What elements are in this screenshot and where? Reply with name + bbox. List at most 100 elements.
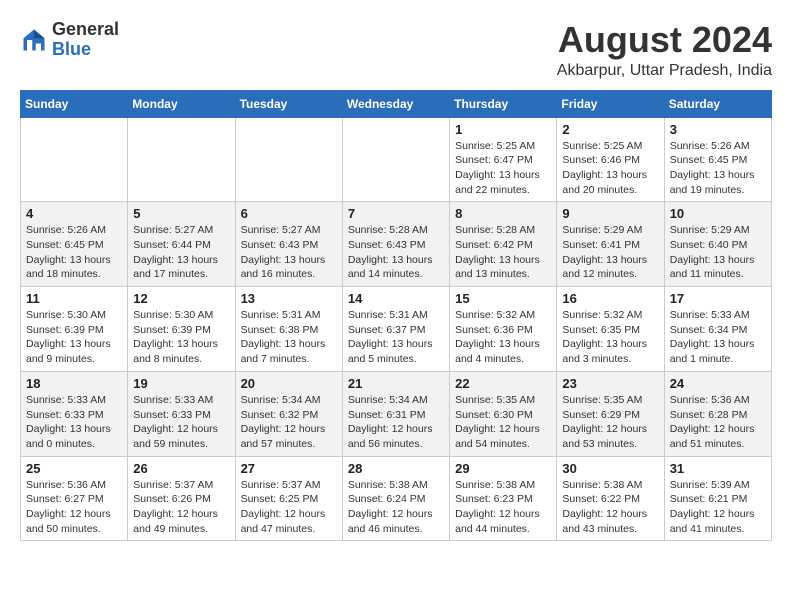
day-info: Sunrise: 5:31 AM Sunset: 6:37 PM Dayligh…	[348, 308, 444, 367]
day-info: Sunrise: 5:35 AM Sunset: 6:30 PM Dayligh…	[455, 393, 551, 452]
day-number: 22	[455, 376, 551, 391]
month-title: August 2024	[557, 20, 772, 60]
calendar-cell: 20 Sunrise: 5:34 AM Sunset: 6:32 PM Dayli…	[235, 371, 342, 456]
day-info: Sunrise: 5:29 AM Sunset: 6:41 PM Dayligh…	[562, 223, 658, 282]
calendar-cell: 14 Sunrise: 5:31 AM Sunset: 6:37 PM Dayli…	[342, 287, 449, 372]
calendar-cell: 12 Sunrise: 5:30 AM Sunset: 6:39 PM Dayli…	[128, 287, 235, 372]
calendar-cell: 15 Sunrise: 5:32 AM Sunset: 6:36 PM Dayli…	[450, 287, 557, 372]
day-number: 25	[26, 461, 122, 476]
day-info: Sunrise: 5:34 AM Sunset: 6:32 PM Dayligh…	[241, 393, 337, 452]
day-number: 3	[670, 122, 766, 137]
day-number: 5	[133, 206, 229, 221]
calendar-cell: 18 Sunrise: 5:33 AM Sunset: 6:33 PM Dayli…	[21, 371, 128, 456]
calendar-cell: 7Sunrise: 5:28 AM Sunset: 6:43 PM Daylig…	[342, 202, 449, 287]
day-info: Sunrise: 5:34 AM Sunset: 6:31 PM Dayligh…	[348, 393, 444, 452]
day-number: 8	[455, 206, 551, 221]
calendar-cell: 16 Sunrise: 5:32 AM Sunset: 6:35 PM Dayli…	[557, 287, 664, 372]
weekday-header-thursday: Thursday	[450, 90, 557, 117]
day-info: Sunrise: 5:37 AM Sunset: 6:26 PM Dayligh…	[133, 478, 229, 537]
day-number: 2	[562, 122, 658, 137]
day-number: 1	[455, 122, 551, 137]
day-info: Sunrise: 5:26 AM Sunset: 6:45 PM Dayligh…	[670, 139, 766, 198]
calendar-week-row: 1 Sunrise: 5:25 AM Sunset: 6:47 PM Daylig…	[21, 117, 772, 202]
day-info: Sunrise: 5:27 AM Sunset: 6:43 PM Dayligh…	[241, 223, 337, 282]
day-number: 20	[241, 376, 337, 391]
day-number: 28	[348, 461, 444, 476]
weekday-header-friday: Friday	[557, 90, 664, 117]
day-number: 7	[348, 206, 444, 221]
day-info: Sunrise: 5:38 AM Sunset: 6:22 PM Dayligh…	[562, 478, 658, 537]
calendar-cell: 17 Sunrise: 5:33 AM Sunset: 6:34 PM Dayli…	[664, 287, 771, 372]
day-number: 12	[133, 291, 229, 306]
day-number: 24	[670, 376, 766, 391]
calendar-week-row: 11 Sunrise: 5:30 AM Sunset: 6:39 PM Dayli…	[21, 287, 772, 372]
day-number: 27	[241, 461, 337, 476]
calendar-cell: 31 Sunrise: 5:39 AM Sunset: 6:21 PM Dayli…	[664, 456, 771, 541]
day-info: Sunrise: 5:37 AM Sunset: 6:25 PM Dayligh…	[241, 478, 337, 537]
weekday-header-monday: Monday	[128, 90, 235, 117]
day-info: Sunrise: 5:39 AM Sunset: 6:21 PM Dayligh…	[670, 478, 766, 537]
calendar-cell: 24Sunrise: 5:36 AM Sunset: 6:28 PM Dayli…	[664, 371, 771, 456]
calendar-week-row: 25 Sunrise: 5:36 AM Sunset: 6:27 PM Dayli…	[21, 456, 772, 541]
day-number: 17	[670, 291, 766, 306]
day-number: 26	[133, 461, 229, 476]
logo: General Blue	[20, 20, 119, 60]
day-info: Sunrise: 5:35 AM Sunset: 6:29 PM Dayligh…	[562, 393, 658, 452]
day-info: Sunrise: 5:31 AM Sunset: 6:38 PM Dayligh…	[241, 308, 337, 367]
day-info: Sunrise: 5:38 AM Sunset: 6:23 PM Dayligh…	[455, 478, 551, 537]
calendar-cell: 28Sunrise: 5:38 AM Sunset: 6:24 PM Dayli…	[342, 456, 449, 541]
day-number: 9	[562, 206, 658, 221]
day-number: 16	[562, 291, 658, 306]
calendar-cell: 22 Sunrise: 5:35 AM Sunset: 6:30 PM Dayli…	[450, 371, 557, 456]
day-info: Sunrise: 5:25 AM Sunset: 6:47 PM Dayligh…	[455, 139, 551, 198]
calendar-cell: 5Sunrise: 5:27 AM Sunset: 6:44 PM Daylig…	[128, 202, 235, 287]
calendar-cell: 13 Sunrise: 5:31 AM Sunset: 6:38 PM Dayli…	[235, 287, 342, 372]
day-number: 13	[241, 291, 337, 306]
calendar-cell	[235, 117, 342, 202]
calendar-cell: 8 Sunrise: 5:28 AM Sunset: 6:42 PM Daylig…	[450, 202, 557, 287]
day-number: 31	[670, 461, 766, 476]
day-number: 4	[26, 206, 122, 221]
calendar-cell: 30 Sunrise: 5:38 AM Sunset: 6:22 PM Dayli…	[557, 456, 664, 541]
day-number: 6	[241, 206, 337, 221]
calendar-cell: 21 Sunrise: 5:34 AM Sunset: 6:31 PM Dayli…	[342, 371, 449, 456]
calendar-week-row: 18 Sunrise: 5:33 AM Sunset: 6:33 PM Dayli…	[21, 371, 772, 456]
location-title: Akbarpur, Uttar Pradesh, India	[557, 62, 772, 80]
day-number: 23	[562, 376, 658, 391]
day-info: Sunrise: 5:29 AM Sunset: 6:40 PM Dayligh…	[670, 223, 766, 282]
day-info: Sunrise: 5:32 AM Sunset: 6:35 PM Dayligh…	[562, 308, 658, 367]
calendar-cell	[21, 117, 128, 202]
day-info: Sunrise: 5:33 AM Sunset: 6:33 PM Dayligh…	[133, 393, 229, 452]
day-info: Sunrise: 5:33 AM Sunset: 6:34 PM Dayligh…	[670, 308, 766, 367]
day-info: Sunrise: 5:28 AM Sunset: 6:42 PM Dayligh…	[455, 223, 551, 282]
day-info: Sunrise: 5:30 AM Sunset: 6:39 PM Dayligh…	[133, 308, 229, 367]
calendar-cell: 2 Sunrise: 5:25 AM Sunset: 6:46 PM Daylig…	[557, 117, 664, 202]
day-info: Sunrise: 5:32 AM Sunset: 6:36 PM Dayligh…	[455, 308, 551, 367]
calendar-cell: 4Sunrise: 5:26 AM Sunset: 6:45 PM Daylig…	[21, 202, 128, 287]
calendar-cell: 23 Sunrise: 5:35 AM Sunset: 6:29 PM Dayli…	[557, 371, 664, 456]
calendar-table: SundayMondayTuesdayWednesdayThursdayFrid…	[20, 90, 772, 542]
logo-blue-text: Blue	[52, 39, 91, 59]
calendar-cell: 19Sunrise: 5:33 AM Sunset: 6:33 PM Dayli…	[128, 371, 235, 456]
day-number: 21	[348, 376, 444, 391]
weekday-header-wednesday: Wednesday	[342, 90, 449, 117]
calendar-cell: 29Sunrise: 5:38 AM Sunset: 6:23 PM Dayli…	[450, 456, 557, 541]
weekday-header-sunday: Sunday	[21, 90, 128, 117]
day-info: Sunrise: 5:25 AM Sunset: 6:46 PM Dayligh…	[562, 139, 658, 198]
calendar-cell	[342, 117, 449, 202]
weekday-header-tuesday: Tuesday	[235, 90, 342, 117]
day-info: Sunrise: 5:33 AM Sunset: 6:33 PM Dayligh…	[26, 393, 122, 452]
calendar-week-row: 4Sunrise: 5:26 AM Sunset: 6:45 PM Daylig…	[21, 202, 772, 287]
logo-icon	[20, 26, 48, 54]
calendar-cell: 1 Sunrise: 5:25 AM Sunset: 6:47 PM Daylig…	[450, 117, 557, 202]
day-number: 18	[26, 376, 122, 391]
day-number: 14	[348, 291, 444, 306]
day-number: 15	[455, 291, 551, 306]
day-info: Sunrise: 5:36 AM Sunset: 6:27 PM Dayligh…	[26, 478, 122, 537]
logo-general-text: General	[52, 19, 119, 39]
day-info: Sunrise: 5:30 AM Sunset: 6:39 PM Dayligh…	[26, 308, 122, 367]
calendar-cell: 10Sunrise: 5:29 AM Sunset: 6:40 PM Dayli…	[664, 202, 771, 287]
day-number: 11	[26, 291, 122, 306]
weekday-header-row: SundayMondayTuesdayWednesdayThursdayFrid…	[21, 90, 772, 117]
day-number: 30	[562, 461, 658, 476]
